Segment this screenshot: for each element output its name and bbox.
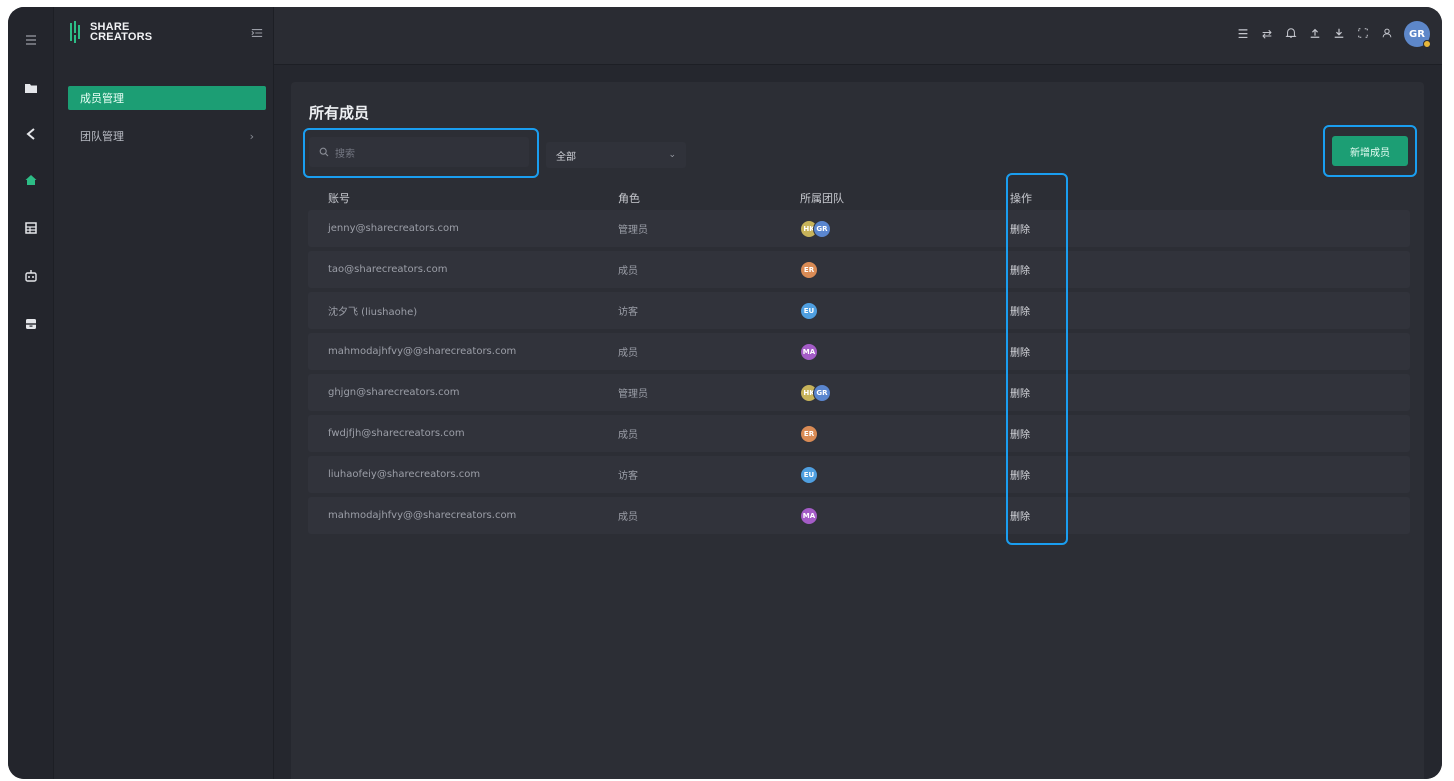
cell-team: HK GR xyxy=(800,219,1010,238)
cell-role: 管理员 xyxy=(618,225,648,236)
team-avatar: MA xyxy=(800,342,818,361)
topbar-icons: ☰ ⇄ GR xyxy=(1236,21,1431,48)
cell-team: EU xyxy=(800,465,1010,484)
search-icon xyxy=(319,147,329,157)
cell-account: tao@sharecreators.com xyxy=(328,264,448,275)
download-icon[interactable] xyxy=(1332,27,1346,42)
table-icon[interactable] xyxy=(8,215,54,241)
members-panel: 所有成员 搜索 全部 ⌄ 新增成员 账号 角色 所属团队 操作 jenny@sh… xyxy=(291,82,1424,779)
cell-account: mahmodajhfvy@@sharecreators.com xyxy=(328,346,517,357)
upload-icon[interactable] xyxy=(1308,27,1322,42)
user-avatar[interactable]: GR xyxy=(1404,21,1431,48)
header-operation: 操作 xyxy=(1010,192,1032,205)
add-member-button[interactable]: 新增成员 xyxy=(1332,136,1408,166)
share-icon[interactable] xyxy=(8,121,54,147)
user-icon[interactable] xyxy=(1380,27,1394,42)
delete-button[interactable]: 删除 xyxy=(1010,303,1110,318)
cell-team: ER xyxy=(800,260,1010,279)
table-row: fwdjfjh@sharecreators.com 成员 ER 删除 xyxy=(308,415,1410,452)
cell-account: jenny@sharecreators.com xyxy=(328,223,459,234)
cell-role: 访客 xyxy=(618,471,638,482)
cell-account: 沈夕飞 (liushaohe) xyxy=(328,307,418,318)
delete-button[interactable]: 删除 xyxy=(1010,344,1110,359)
header-account: 账号 xyxy=(328,192,350,205)
cell-team: MA xyxy=(800,506,1010,525)
search-highlight: 搜索 xyxy=(303,128,539,178)
header-team: 所属团队 xyxy=(800,192,844,205)
fullscreen-icon[interactable] xyxy=(1356,27,1370,42)
sidebar-item-label: 团队管理 xyxy=(80,130,124,143)
collapse-sidebar-icon[interactable] xyxy=(249,25,265,41)
filter-value: 全部 xyxy=(556,151,576,163)
status-dot xyxy=(1423,40,1431,48)
icon-rail xyxy=(8,7,54,779)
folder-icon[interactable] xyxy=(8,75,54,101)
table-header: 账号 角色 所属团队 操作 xyxy=(308,186,1410,210)
cell-account: mahmodajhfvy@@sharecreators.com xyxy=(328,510,517,521)
cell-role: 访客 xyxy=(618,307,638,318)
page-title: 所有成员 xyxy=(309,104,370,122)
chevron-down-icon: ⌄ xyxy=(668,150,676,160)
cell-role: 成员 xyxy=(618,348,638,359)
table-row: mahmodajhfvy@@sharecreators.com 成员 MA 删除 xyxy=(308,497,1410,534)
cell-account: fwdjfjh@sharecreators.com xyxy=(328,428,465,439)
search-input[interactable]: 搜索 xyxy=(309,137,529,167)
role-filter-select[interactable]: 全部 ⌄ xyxy=(546,142,686,168)
logo-text: SHARE CREATORS xyxy=(90,21,153,43)
header-role: 角色 xyxy=(618,192,640,205)
cell-role: 管理员 xyxy=(618,389,648,400)
team-avatar: GR xyxy=(813,383,831,402)
delete-button[interactable]: 删除 xyxy=(1010,426,1110,441)
menu-icon[interactable] xyxy=(8,27,54,53)
delete-button[interactable]: 删除 xyxy=(1010,508,1110,523)
sidebar-item-teams[interactable]: 团队管理 › xyxy=(68,124,266,148)
cell-team: ER xyxy=(800,424,1010,443)
bell-icon[interactable] xyxy=(1284,27,1298,42)
main-content: 所有成员 搜索 全部 ⌄ 新增成员 账号 角色 所属团队 操作 jenny@sh… xyxy=(274,65,1442,779)
cell-account: liuhaofeiy@sharecreators.com xyxy=(328,469,481,480)
cell-role: 成员 xyxy=(618,266,638,277)
swap-icon[interactable]: ⇄ xyxy=(1260,27,1274,41)
sidebar-item-label: 成员管理 xyxy=(80,92,124,105)
table-row: liuhaofeiy@sharecreators.com 访客 EU 删除 xyxy=(308,456,1410,493)
delete-button[interactable]: 删除 xyxy=(1010,262,1110,277)
cell-team: HK GR xyxy=(800,383,1010,402)
table-row: 沈夕飞 (liushaohe) 访客 EU 删除 xyxy=(308,292,1410,329)
team-avatar: ER xyxy=(800,424,818,443)
app-window: SHARE CREATORS 成员管理 团队管理 › ☰ ⇄ GR 所有成员 搜… xyxy=(8,7,1442,779)
team-avatar: EU xyxy=(800,301,818,320)
robot-icon[interactable] xyxy=(8,263,54,289)
team-avatar: ER xyxy=(800,260,818,279)
team-avatar: MA xyxy=(800,506,818,525)
cell-team: MA xyxy=(800,342,1010,361)
table-row: ghjgn@sharecreators.com 管理员 HK GR 删除 xyxy=(308,374,1410,411)
members-table: 账号 角色 所属团队 操作 jenny@sharecreators.com 管理员… xyxy=(308,186,1410,538)
cell-role: 成员 xyxy=(618,430,638,441)
table-row: tao@sharecreators.com 成员 ER 删除 xyxy=(308,251,1410,288)
delete-button[interactable]: 删除 xyxy=(1010,221,1110,236)
add-member-highlight: 新增成员 xyxy=(1323,125,1417,177)
logo-mark-icon xyxy=(70,21,84,43)
home-icon[interactable] xyxy=(8,167,54,193)
table-row: jenny@sharecreators.com 管理员 HK GR 删除 xyxy=(308,210,1410,247)
team-avatar: EU xyxy=(800,465,818,484)
sidebar-item-members[interactable]: 成员管理 xyxy=(68,86,266,110)
sidebar: SHARE CREATORS 成员管理 团队管理 › xyxy=(54,7,274,779)
delete-button[interactable]: 删除 xyxy=(1010,385,1110,400)
archive-icon[interactable] xyxy=(8,311,54,337)
cell-team: EU xyxy=(800,301,1010,320)
list-icon[interactable]: ☰ xyxy=(1236,27,1250,41)
table-row: mahmodajhfvy@@sharecreators.com 成员 MA 删除 xyxy=(308,333,1410,370)
cell-account: ghjgn@sharecreators.com xyxy=(328,387,460,398)
logo: SHARE CREATORS xyxy=(70,21,152,43)
search-placeholder: 搜索 xyxy=(335,148,355,160)
cell-role: 成员 xyxy=(618,512,638,523)
delete-button[interactable]: 删除 xyxy=(1010,467,1110,482)
chevron-right-icon: › xyxy=(249,129,254,143)
topbar: ☰ ⇄ GR xyxy=(274,7,1442,65)
team-avatar: GR xyxy=(813,219,831,238)
